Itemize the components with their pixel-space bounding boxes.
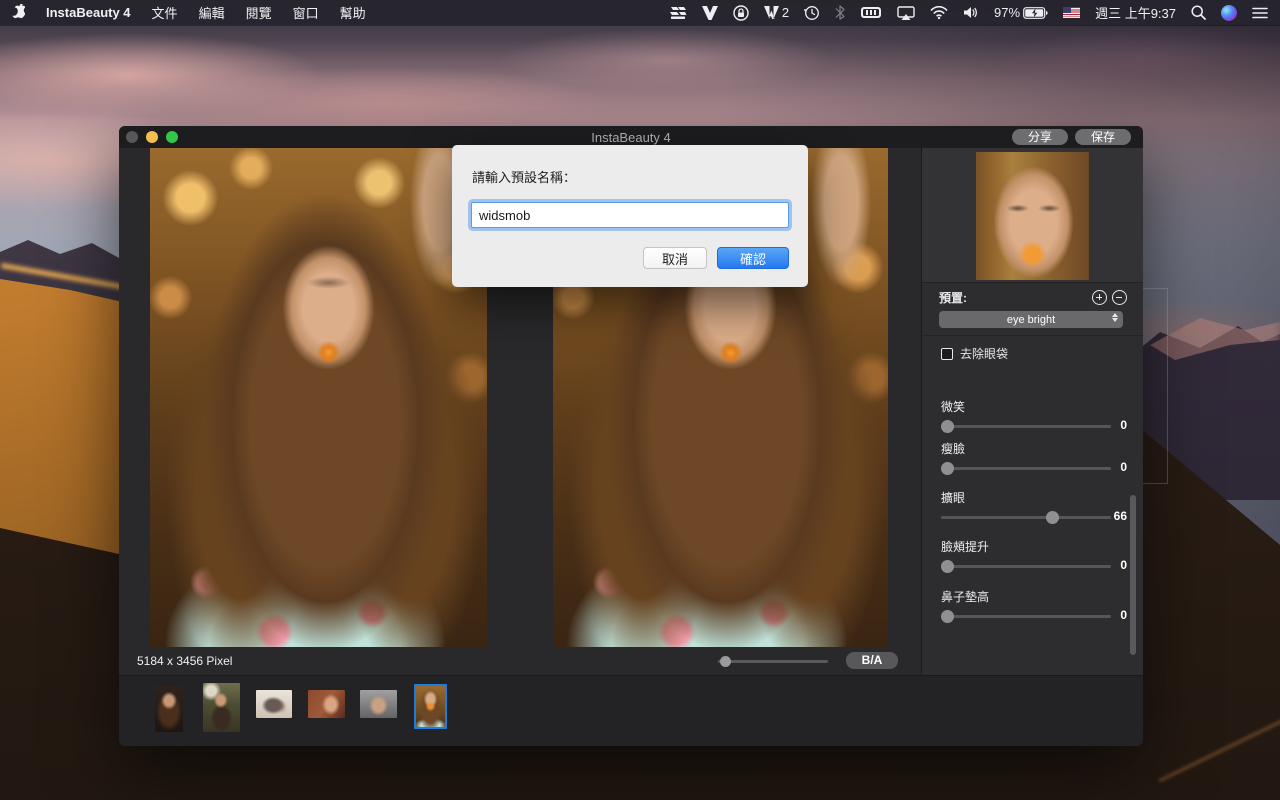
share-button[interactable]: 分享 [1012,129,1068,145]
volume-icon[interactable] [963,6,979,19]
filmstrip-thumbnail-5[interactable] [360,690,397,718]
photo-before [150,148,487,647]
airplay-icon[interactable] [897,6,915,20]
preset-dropdown[interactable]: eye bright [939,311,1123,328]
minimize-button[interactable] [146,131,158,143]
slider-nose-lift: 鼻子墊高 0 [941,588,1127,605]
slider-track[interactable] [941,467,1111,470]
battery-percent: 97% [994,5,1020,20]
preset-name-dialog: 請輸入預設名稱： 取消 確認 [452,145,808,287]
slider-thumb[interactable] [1046,511,1059,524]
image-size-label: 5184 x 3456 Pixel [137,654,232,668]
cancel-button[interactable]: 取消 [643,247,707,269]
zoom-slider[interactable] [718,660,828,663]
zoom-button[interactable] [166,131,178,143]
slider-enlarge-eyes: 擴眼 66 [941,489,1127,506]
menu-help[interactable]: 幫助 [340,3,366,22]
slider-thumb[interactable] [941,560,954,573]
spotlight-icon[interactable] [1191,5,1206,20]
adobe-badge-count: 2 [782,5,789,20]
preview-section [922,148,1143,283]
slider-label: 微笑 [941,398,1127,415]
slider-value: 0 [1103,418,1127,432]
desktop-artifact-outline [1142,288,1168,484]
before-after-toggle[interactable]: B/A [846,652,898,669]
remove-eyebags-checkbox[interactable] [941,348,953,360]
adjustment-panel: 預置: eye bright 去除眼袋 微笑 0 [921,148,1143,675]
slider-label: 擴眼 [941,489,1127,506]
remove-eyebags-row[interactable]: 去除眼袋 [941,345,1008,362]
filmstrip-thumbnail-1[interactable] [155,686,183,732]
menu-edit[interactable]: 編輯 [199,3,225,22]
wifi-icon[interactable] [930,6,948,19]
slider-label: 臉頰提升 [941,538,1127,555]
preset-section: 預置: eye bright [922,284,1143,336]
menu-bar: InstaBeauty 4 文件 編輯 閱覽 窗口 幫助 2 [0,0,1280,25]
slider-slim-face: 瘦臉 0 [941,440,1127,457]
slider-label: 鼻子墊高 [941,588,1127,605]
us-flag-icon[interactable] [1063,7,1080,18]
canvas-statusbar: 5184 x 3456 Pixel B/A [119,647,921,675]
slider-smile: 微笑 0 [941,398,1127,415]
add-preset-button[interactable] [1092,290,1107,305]
preset-label: 預置: [939,289,967,306]
time-machine-icon[interactable] [804,5,820,21]
slider-thumb[interactable] [941,420,954,433]
filmstrip [119,675,1143,746]
slider-track[interactable] [941,615,1111,618]
remove-eyebags-label: 去除眼袋 [960,345,1008,362]
apple-menu[interactable] [12,4,25,22]
window-title: InstaBeauty 4 [119,130,1143,145]
confirm-button[interactable]: 確認 [717,247,789,269]
battery-status[interactable]: 97% [994,5,1048,20]
menu-file[interactable]: 文件 [152,3,178,22]
dialog-prompt: 請輸入預設名稱： [472,167,576,186]
slider-thumb[interactable] [941,462,954,475]
battery-charging-icon [1023,7,1048,19]
slider-value: 0 [1103,608,1127,622]
siri-icon[interactable] [1221,5,1237,21]
slider-value: 0 [1103,460,1127,474]
chevron-up-down-icon [1112,313,1118,322]
slider-value: 0 [1103,558,1127,572]
menu-view[interactable]: 閱覽 [246,3,272,22]
remove-preset-button[interactable] [1112,290,1127,305]
slider-track[interactable] [941,516,1111,519]
menubar-clock[interactable]: 週三 上午9:37 [1095,3,1176,22]
v-app-icon[interactable] [702,6,718,20]
close-button[interactable] [126,131,138,143]
preset-name-input[interactable] [471,202,789,228]
slider-cheek-lift: 臉頰提升 0 [941,538,1127,555]
slider-track[interactable] [941,565,1111,568]
menubar-app-name[interactable]: InstaBeauty 4 [46,5,131,20]
layers-icon[interactable] [669,6,687,20]
apple-logo-icon [12,4,25,19]
filmstrip-thumbnail-selected[interactable] [414,684,447,729]
save-button[interactable]: 保存 [1075,129,1131,145]
zoom-slider-thumb[interactable] [720,656,731,667]
menu-window[interactable]: 窗口 [293,3,319,22]
face-preview-image [976,152,1089,280]
slider-thumb[interactable] [941,610,954,623]
slider-value: 66 [1103,509,1127,523]
bluetooth-icon[interactable] [835,5,845,20]
battery-module-icon[interactable] [860,6,882,19]
slider-label: 瘦臉 [941,440,1127,457]
lock-app-icon[interactable] [733,5,749,21]
filmstrip-thumbnail-2[interactable] [203,683,240,732]
slider-track[interactable] [941,425,1111,428]
filmstrip-thumbnail-4[interactable] [308,690,345,718]
adobe-icon[interactable]: 2 [764,5,789,20]
panel-scrollbar[interactable] [1130,495,1136,655]
notification-center-icon[interactable] [1252,7,1268,19]
filmstrip-thumbnail-3[interactable] [256,690,292,718]
traffic-lights [126,131,178,143]
preset-dropdown-value: eye bright [1007,314,1055,326]
